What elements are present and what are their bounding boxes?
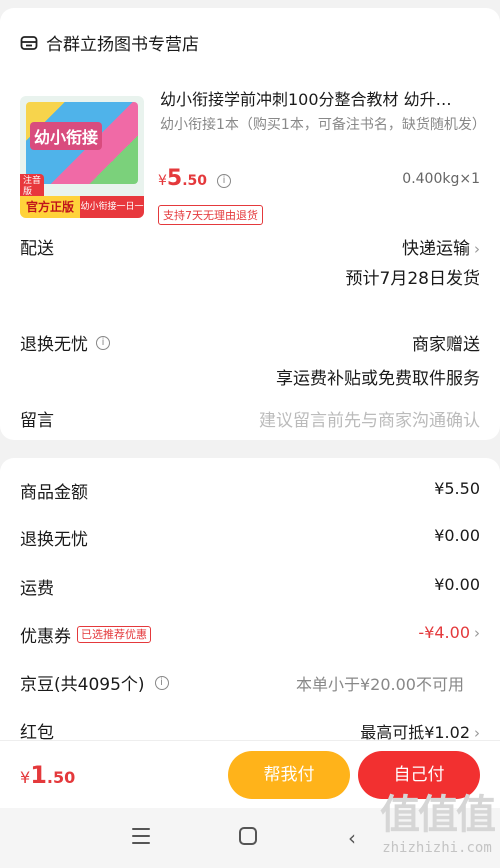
watermark-text: zhizhizhi.com bbox=[382, 840, 492, 856]
product-price: ¥ 5 .50 i bbox=[158, 166, 232, 191]
chevron-right-icon: › bbox=[474, 624, 480, 642]
jingdou-info-icon[interactable]: i bbox=[154, 675, 169, 690]
summary-value-jingdou: 本单小于¥20.00不可用 bbox=[296, 675, 464, 694]
price-info-icon[interactable]: i bbox=[217, 174, 232, 188]
summary-value-shipping: ¥0.00 bbox=[434, 575, 480, 594]
summary-value-return: ¥0.00 bbox=[434, 526, 480, 545]
jingdou-row-label: 京豆(共4095个) i bbox=[20, 670, 169, 695]
summary-value-coupon: -¥4.00 bbox=[418, 623, 470, 642]
coupon-value[interactable]: -¥4.00 › bbox=[418, 623, 480, 642]
total-integer: 1 bbox=[30, 761, 47, 789]
delivery-method[interactable]: 快递运输 › bbox=[402, 234, 480, 259]
site-watermark: 值值值 zhizhizhi.com bbox=[380, 782, 496, 856]
price-decimal: .50 bbox=[182, 173, 208, 189]
order-item-card: 合群立扬图书专营店 幼小衔接 注音版 官方正版 幼小衔接一日一练 幼小衔接学前冲… bbox=[0, 8, 500, 440]
delivery-label: 配送 bbox=[20, 239, 54, 259]
summary-label-return: 退换无忧 bbox=[20, 530, 88, 550]
price-integer: 5 bbox=[166, 166, 183, 191]
coupon-row-label: 优惠券 已选推荐优惠 bbox=[20, 622, 151, 647]
help-me-pay-button[interactable]: 帮我付 bbox=[228, 751, 350, 799]
order-total: ¥ 1 .50 bbox=[20, 761, 75, 789]
summary-value-goods: ¥5.50 bbox=[434, 479, 480, 498]
official-label: 官方正版 bbox=[20, 196, 80, 218]
summary-label-goods: 商品金额 bbox=[20, 483, 88, 503]
total-currency: ¥ bbox=[20, 768, 31, 787]
practice-label: 幼小衔接一日一练 bbox=[80, 196, 144, 218]
return-worry-row: 退换无忧 i bbox=[20, 330, 110, 355]
store-name: 合群立扬图书专营店 bbox=[46, 35, 199, 55]
message-label: 留言 bbox=[20, 411, 54, 431]
return-worry-sub: 享运费补贴或免费取件服务 bbox=[276, 369, 480, 389]
weight-quantity: 0.400kg×1 bbox=[402, 171, 480, 187]
return-policy-badge: 支持7天无理由退货 bbox=[158, 205, 263, 225]
book-cover-title: 幼小衔接 bbox=[30, 122, 103, 150]
store-header[interactable]: 合群立扬图书专营店 bbox=[20, 30, 199, 55]
return-info-icon[interactable]: i bbox=[96, 335, 110, 350]
return-worry-label: 退换无忧 bbox=[20, 335, 88, 355]
price-summary-card: 商品金额 ¥5.50 退换无忧 ¥0.00 运费 ¥0.00 优惠券 已选推荐优… bbox=[0, 458, 500, 758]
summary-label-jingdou: 京豆(共4095个) bbox=[20, 675, 145, 695]
message-input[interactable]: 建议留言前先与商家沟通确认 bbox=[259, 406, 480, 431]
product-spec[interactable]: 幼小衔接1本（购买1本，可备注书名，缺货随机发） bbox=[160, 114, 486, 136]
watermark-logo: 值值值 bbox=[380, 792, 496, 838]
back-icon[interactable]: ‹ bbox=[348, 826, 356, 850]
delivery-eta: 预计7月28日发货 bbox=[345, 269, 480, 289]
menu-icon[interactable] bbox=[132, 828, 150, 844]
return-worry-value: 商家赠送 bbox=[412, 335, 480, 355]
home-icon[interactable] bbox=[239, 827, 257, 845]
price-currency: ¥ bbox=[158, 173, 167, 189]
summary-label-shipping: 运费 bbox=[20, 579, 54, 599]
product-title[interactable]: 幼小衔接学前冲刺100分整合教材 幼升… bbox=[160, 86, 482, 110]
coupon-recommended-tag: 已选推荐优惠 bbox=[77, 626, 151, 643]
store-icon bbox=[20, 35, 38, 50]
delivery-method-text: 快递运输 bbox=[402, 239, 470, 259]
chevron-right-icon: › bbox=[474, 240, 480, 258]
summary-label-coupon: 优惠券 bbox=[20, 627, 71, 647]
total-decimal: .50 bbox=[46, 768, 76, 787]
product-thumbnail[interactable]: 幼小衔接 注音版 官方正版 幼小衔接一日一练 bbox=[20, 96, 144, 218]
